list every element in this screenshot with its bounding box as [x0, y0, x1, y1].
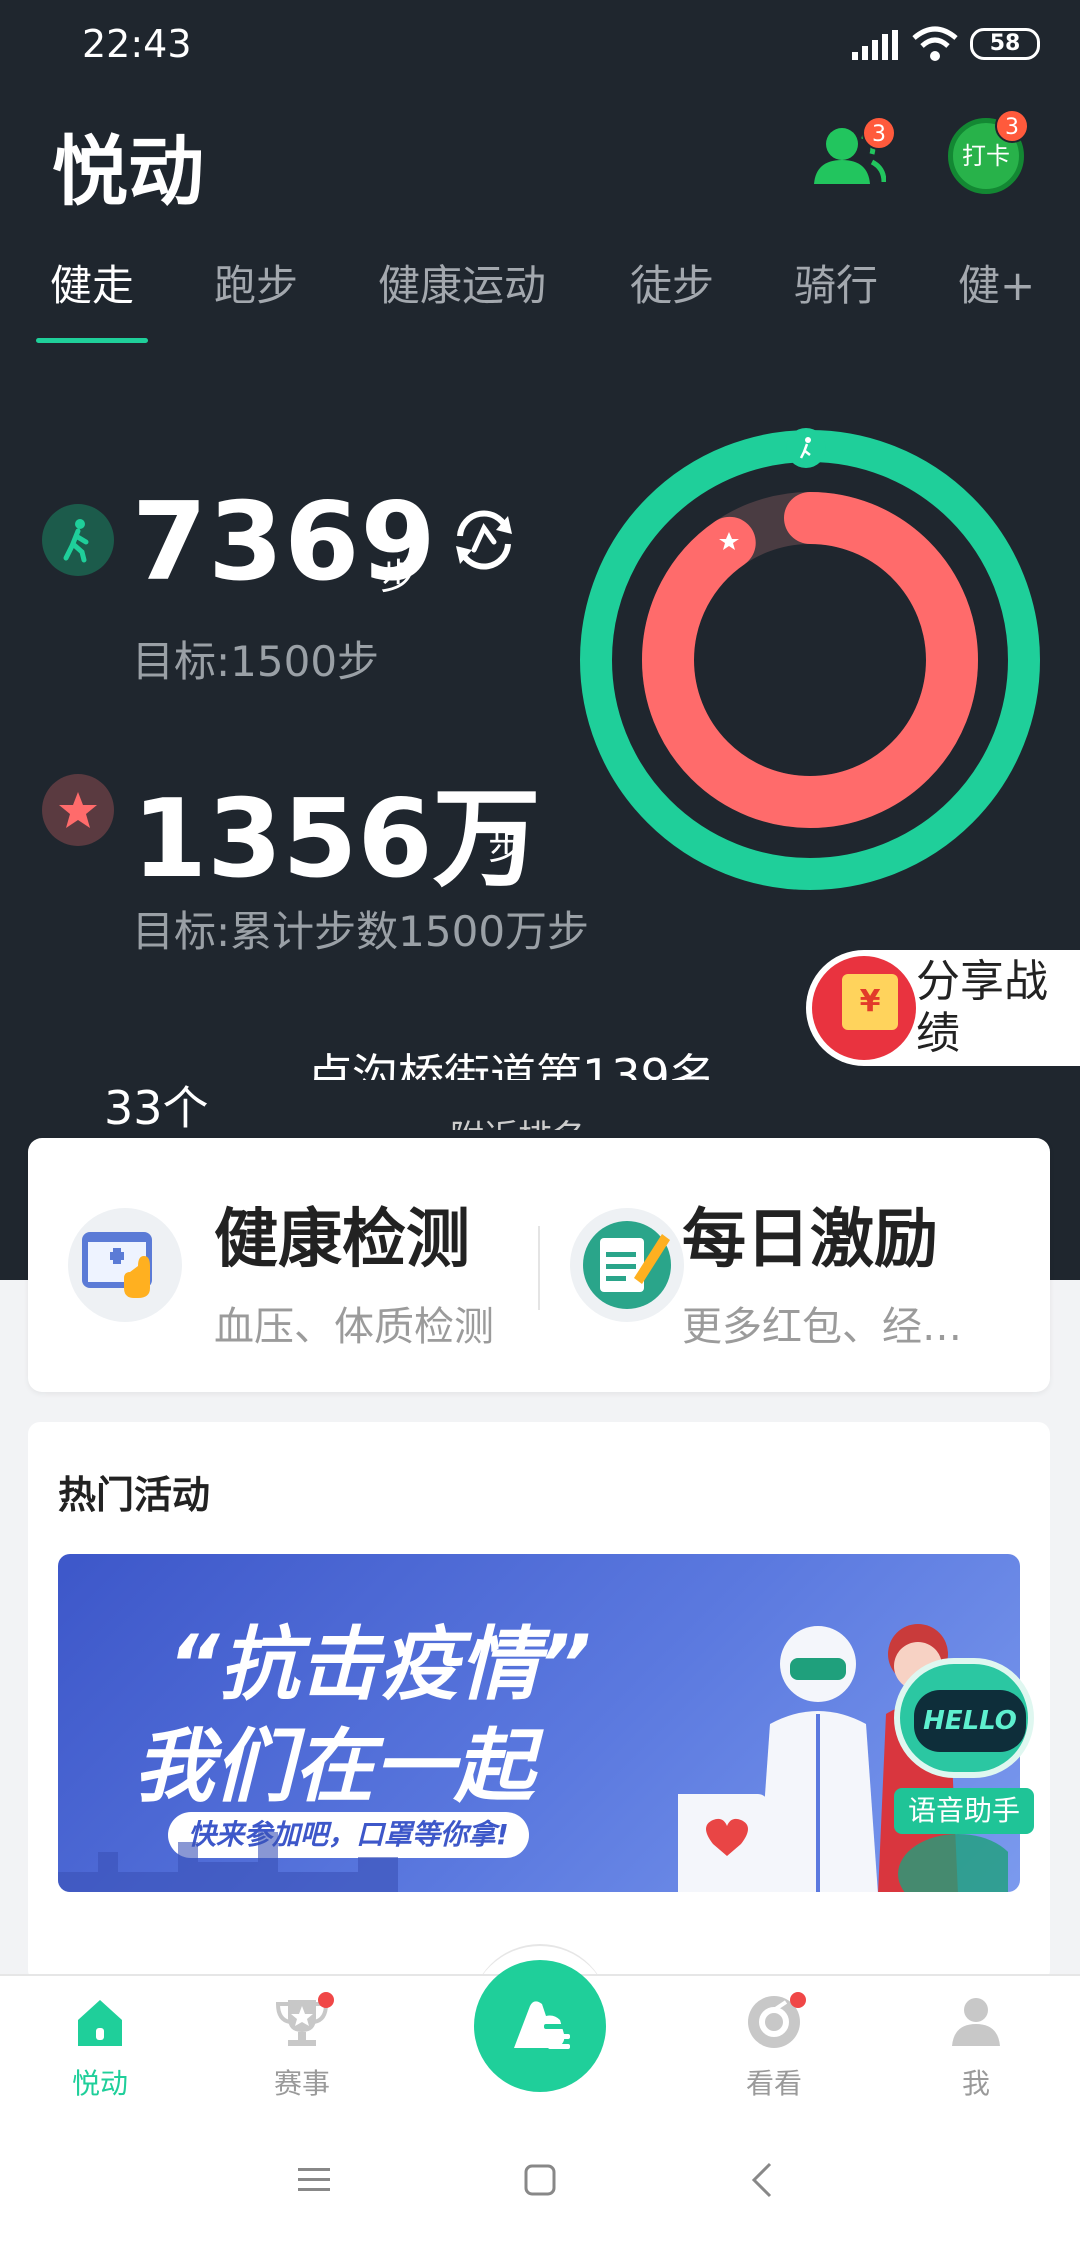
tab-hiking[interactable]: 徒步 — [630, 252, 714, 313]
home-button-icon[interactable] — [518, 2158, 562, 2202]
voice-assistant-label: 语音助手 — [894, 1788, 1034, 1834]
quick-actions-card: 健康检测 血压、体质检测 每日激励 更多红包、经… — [28, 1138, 1050, 1392]
ring-walker-marker — [786, 428, 826, 468]
health-check-entry[interactable]: 健康检测 血压、体质检测 — [28, 1138, 538, 1392]
checkin-badge: 3 — [995, 109, 1029, 143]
discover-red-dot — [790, 1992, 806, 2008]
cellular-signal-icon — [852, 30, 898, 60]
cumulative-unit: 步 — [488, 827, 525, 868]
friends-badge: 3 — [862, 116, 896, 150]
banner-subheadline: 我们在一起 — [134, 1720, 534, 1813]
checkin-label: 打卡 — [962, 142, 1010, 170]
progress-rings — [580, 428, 1040, 890]
tab-health-exercise[interactable]: 健康运动 — [378, 252, 546, 313]
robot-visor-text: HELLO — [914, 1690, 1026, 1752]
voice-assistant-button[interactable]: HELLO 语音助手 — [894, 1658, 1034, 1834]
active-tab-indicator — [36, 338, 148, 343]
back-icon[interactable] — [742, 2158, 786, 2202]
tab-health-plus[interactable]: 健+ — [958, 252, 1035, 313]
events-red-dot — [318, 1992, 334, 2008]
health-check-subtitle: 血压、体质检测 — [214, 1304, 494, 1350]
daily-incentive-icon — [570, 1208, 684, 1322]
yuan-icon: ¥ — [842, 974, 898, 1030]
nearby-rank: 卢沟桥街道第139名 — [306, 1049, 716, 1080]
daily-incentive-entry[interactable]: 每日激励 更多红包、经… — [540, 1138, 1050, 1392]
robot-icon: HELLO — [894, 1658, 1034, 1778]
wifi-icon — [912, 26, 958, 61]
tab-run[interactable]: 跑步 — [214, 252, 298, 313]
share-label: 分享战绩 — [916, 956, 1048, 1059]
nearby-count: 33个 — [104, 1081, 209, 1135]
nav-me[interactable]: 我 — [906, 1976, 1046, 2116]
steps-unit: 步 — [380, 557, 417, 598]
nav-events-label: 赛事 — [273, 2067, 330, 2100]
person-icon — [952, 1998, 1000, 2046]
shoe-icon — [514, 2001, 570, 2049]
share-achievement-button[interactable]: ¥ 分享战绩 — [806, 950, 1080, 1066]
steps-goal: 目标:1500步 — [132, 637, 380, 686]
tab-walk[interactable]: 健走 — [50, 252, 134, 313]
nav-yuedong[interactable]: 悦动 — [30, 1976, 170, 2116]
status-time: 22:43 — [82, 22, 192, 66]
nearby-rank-label: 附近排名 — [450, 1110, 586, 1130]
nav-events[interactable]: 赛事 — [232, 1976, 372, 2116]
star-icon — [42, 774, 114, 846]
checkin-button[interactable]: 打卡 3 — [948, 109, 1029, 194]
sync-icon[interactable] — [446, 502, 522, 578]
nav-yuedong-label: 悦动 — [71, 2067, 128, 2100]
friends-button[interactable]: 3 — [812, 116, 896, 188]
sport-tabs: 健走 跑步 健康运动 徒步 骑行 健+ — [0, 252, 1080, 342]
system-navigation-bar — [0, 2114, 1080, 2244]
home-icon — [78, 2000, 122, 2046]
nav-discover-label: 看看 — [745, 2067, 802, 2100]
walker-icon — [42, 504, 114, 576]
start-exercise-button[interactable] — [474, 1960, 606, 2092]
activity-banner[interactable]: “抗击疫情” 我们在一起 快来参加吧，口罩等你拿! — [58, 1554, 1020, 1892]
red-envelope-icon: ¥ — [812, 956, 916, 1060]
banner-headline: “抗击疫情” — [168, 1618, 592, 1711]
cumulative-goal: 目标:累计步数1500万步 — [132, 907, 590, 956]
status-bar: 22:43 58 — [0, 0, 1080, 90]
hot-activities-title: 热门活动 — [58, 1473, 211, 1517]
daily-incentive-subtitle: 更多红包、经… — [682, 1304, 962, 1350]
cumulative-steps: 1356万 — [132, 777, 541, 902]
health-check-title: 健康检测 — [214, 1203, 470, 1277]
cumulative-progress-arc — [642, 492, 978, 828]
battery-indicator: 58 — [970, 28, 1040, 60]
nav-discover[interactable]: 看看 — [704, 1976, 844, 2116]
health-check-icon — [68, 1208, 182, 1322]
daily-incentive-title: 每日激励 — [682, 1203, 938, 1277]
app-title: 悦动 — [52, 127, 204, 216]
menu-icon[interactable] — [292, 2158, 336, 2202]
nav-me-label: 我 — [961, 2067, 990, 2100]
tab-cycling[interactable]: 骑行 — [794, 252, 878, 313]
